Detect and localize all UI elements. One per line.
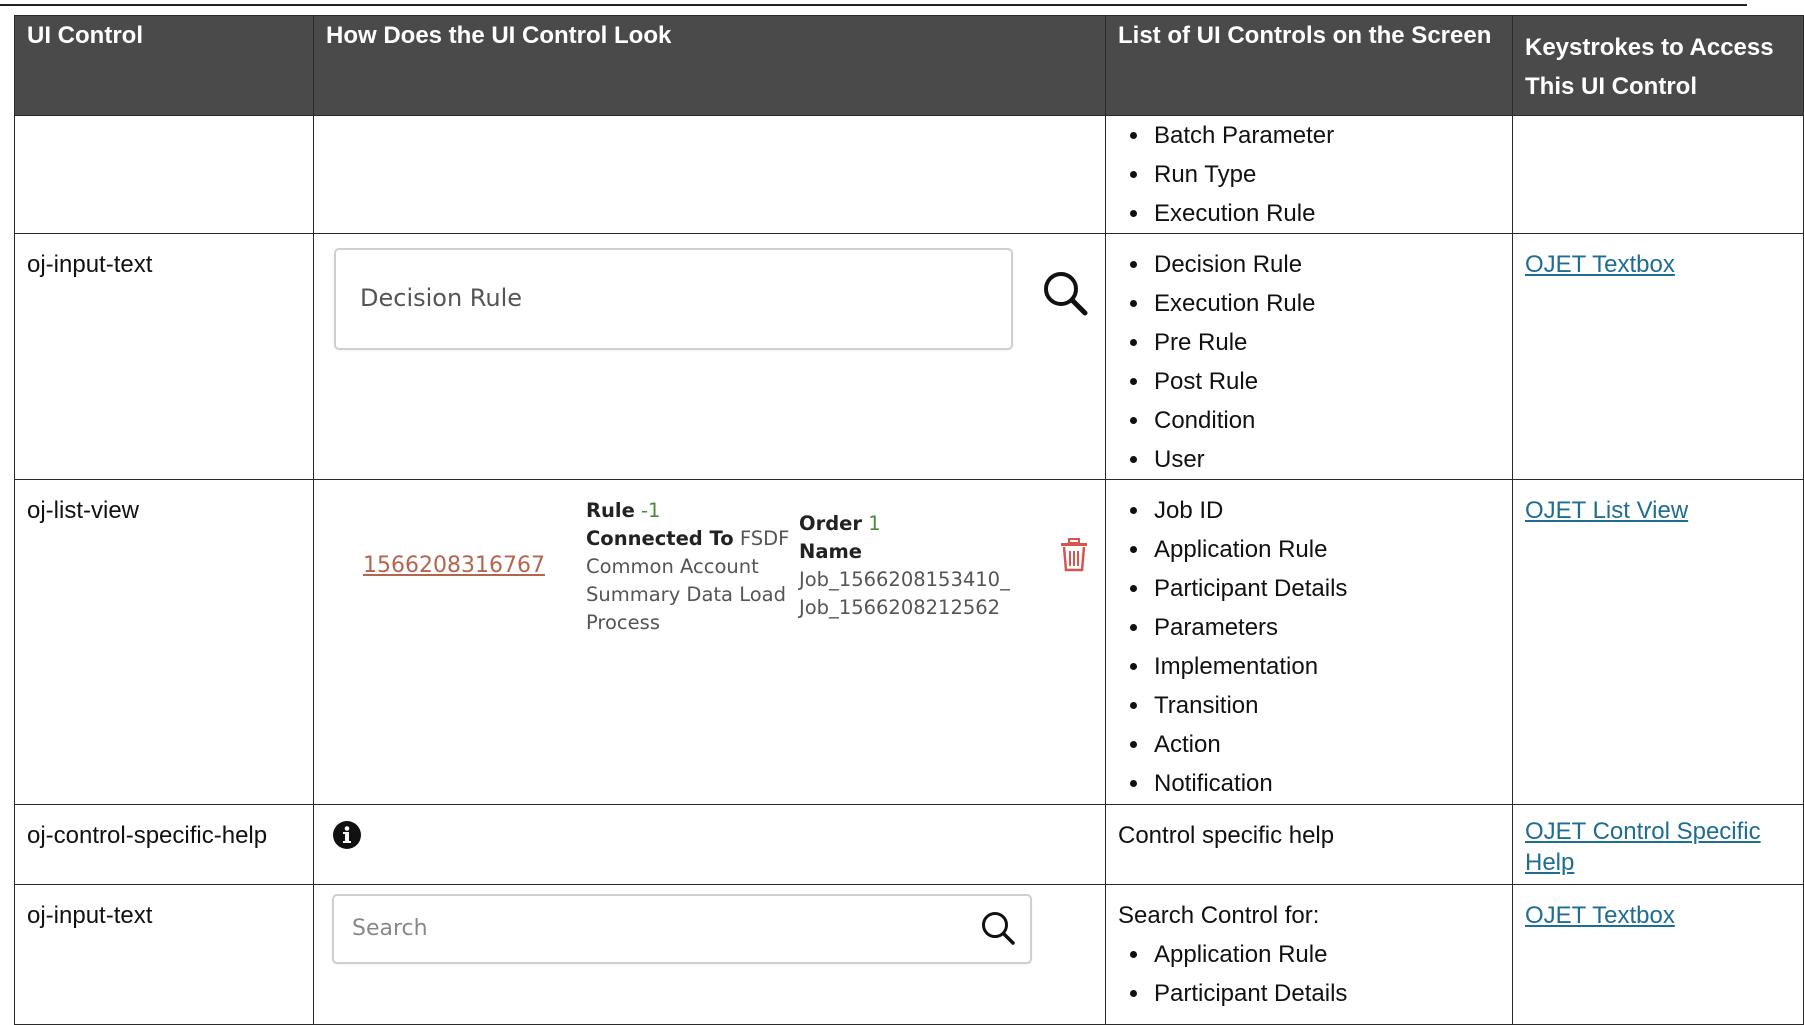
header-ui-control: UI Control [14, 15, 314, 116]
list-item: Notification [1130, 764, 1512, 803]
list-item: Decision Rule [1130, 245, 1512, 284]
list-item: Action [1130, 725, 1512, 764]
rule-block: Rule -1 Connected To FSDF Common Account… [586, 497, 796, 637]
row2-control: oj-list-view [14, 479, 314, 805]
name-value-1: Job_1566208153410_ [799, 568, 1010, 591]
list-item: Job ID [1130, 491, 1512, 530]
ojet-textbox-link[interactable]: OJET Textbox [1525, 902, 1675, 929]
name-label: Name [799, 540, 863, 563]
ojet-list-view-link[interactable]: OJET List View [1525, 497, 1688, 524]
list-item: Batch Parameter [1130, 116, 1512, 155]
row3-list: Control specific help [1105, 804, 1513, 885]
row4-control-list: Application Rule Participant Details [1118, 935, 1512, 1013]
row0-look [313, 115, 1106, 234]
list-item: User [1130, 440, 1512, 479]
row1-keystrokes: OJET Textbox [1512, 233, 1804, 480]
search-placeholder: Search [352, 916, 428, 941]
ojet-control-specific-help-link[interactable]: OJET Control Specific Help [1525, 818, 1761, 876]
row3-control: oj-control-specific-help [14, 804, 314, 885]
ojet-textbox-link[interactable]: OJET Textbox [1525, 251, 1675, 278]
row1-list: Decision Rule Execution Rule Pre Rule Po… [1105, 233, 1513, 480]
table-row: oj-list-view 1566208316767 Rule -1 Conne… [14, 479, 1804, 805]
row2-look: 1566208316767 Rule -1 Connected To FSDF … [313, 479, 1106, 805]
order-value: 1 [868, 512, 881, 535]
search-icon [980, 910, 1016, 958]
list-item: Participant Details [1130, 569, 1512, 608]
header-keystrokes: Keystrokes to Access This UI Control [1512, 15, 1804, 116]
table-row: oj-control-specific-help Control specifi… [14, 804, 1804, 885]
list-item: Run Type [1130, 155, 1512, 194]
link-line-1: OJET Control Specific [1525, 818, 1761, 845]
list-view-mock: 1566208316767 Rule -1 Connected To FSDF … [326, 480, 1105, 800]
trash-icon [1059, 538, 1089, 584]
row0-control [14, 115, 314, 234]
row2-list: Job ID Application Rule Participant Deta… [1105, 479, 1513, 805]
table-row: Batch Parameter Run Type Execution Rule [14, 115, 1804, 234]
table-header-row: UI Control How Does the UI Control Look … [14, 15, 1804, 116]
search-control-intro: Search Control for: [1118, 902, 1320, 929]
search-input-mock: Search [332, 894, 1032, 964]
row3-keystrokes: OJET Control Specific Help [1512, 804, 1804, 885]
row1-control: oj-input-text [14, 233, 314, 480]
link-line-2: Help [1525, 849, 1575, 876]
row2-control-list: Job ID Application Rule Participant Deta… [1118, 491, 1512, 803]
list-item: Application Rule [1130, 530, 1512, 569]
list-item: Parameters [1130, 608, 1512, 647]
info-icon [332, 820, 362, 862]
row4-look: Search [313, 884, 1106, 1025]
header-list-of-controls: List of UI Controls on the Screen [1105, 15, 1513, 116]
top-rule [0, 4, 1747, 6]
list-item: Application Rule [1130, 935, 1512, 974]
decision-rule-value: Decision Rule [360, 284, 523, 312]
row4-keystrokes: OJET Textbox [1512, 884, 1804, 1025]
row0-keystrokes [1512, 115, 1804, 234]
rule-label: Rule [586, 499, 635, 522]
table-row: oj-input-text Search Search Control for:… [14, 884, 1804, 1025]
row2-keystrokes: OJET List View [1512, 479, 1804, 805]
row0-list: Batch Parameter Run Type Execution Rule [1105, 115, 1513, 234]
row1-control-list: Decision Rule Execution Rule Pre Rule Po… [1118, 245, 1512, 479]
order-label: Order [799, 512, 862, 535]
table-row: oj-input-text Decision Rule Decision Rul… [14, 233, 1804, 480]
search-icon [1042, 270, 1088, 328]
list-item: Execution Rule [1130, 284, 1512, 323]
connected-to-label: Connected To [586, 527, 734, 550]
list-item: Execution Rule [1130, 194, 1512, 233]
job-id-link: 1566208316767 [363, 553, 545, 578]
row1-look: Decision Rule [313, 233, 1106, 480]
list-item: Participant Details [1130, 974, 1512, 1013]
order-block: Order 1 Name Job_1566208153410_ Job_1566… [799, 510, 1019, 622]
ui-controls-table: UI Control How Does the UI Control Look … [14, 15, 1804, 1025]
list-item: Implementation [1130, 647, 1512, 686]
list-item: Condition [1130, 401, 1512, 440]
list-item: Pre Rule [1130, 323, 1512, 362]
list-item: Post Rule [1130, 362, 1512, 401]
row4-control: oj-input-text [14, 884, 314, 1025]
header-how-it-looks: How Does the UI Control Look [313, 15, 1106, 116]
decision-rule-input-mock: Decision Rule [334, 248, 1013, 350]
rule-value: -1 [641, 499, 661, 522]
row4-list: Search Control for: Application Rule Par… [1105, 884, 1513, 1025]
row0-control-list: Batch Parameter Run Type Execution Rule [1118, 116, 1512, 233]
list-item: Transition [1130, 686, 1512, 725]
name-value-2: Job_1566208212562 [799, 596, 1001, 619]
row3-look [313, 804, 1106, 885]
